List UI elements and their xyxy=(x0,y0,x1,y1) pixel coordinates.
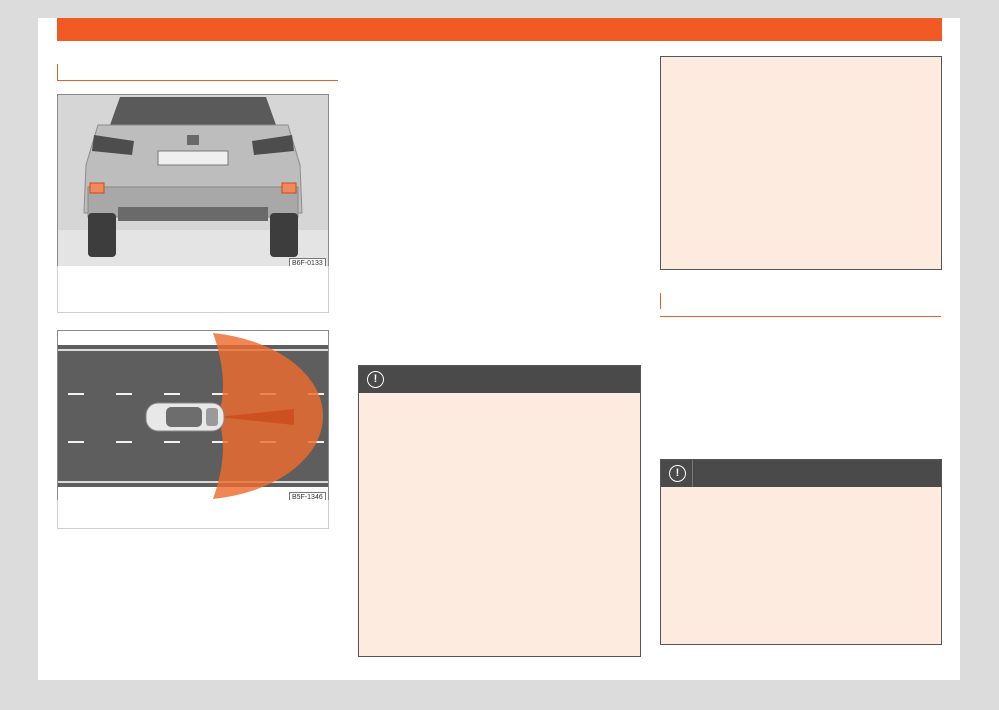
figure-caption-box xyxy=(57,500,329,529)
warning-icon: ! xyxy=(367,371,384,388)
chapter-bar xyxy=(57,18,942,41)
section-heading-rule xyxy=(57,80,338,81)
section-heading-rule xyxy=(660,316,941,317)
figure-rear-vehicle xyxy=(57,94,329,268)
warning-box: ! xyxy=(660,459,942,645)
warning-header-separator xyxy=(692,460,693,487)
note-box xyxy=(660,56,942,270)
rear-vehicle-illustration xyxy=(58,95,328,267)
radar-coverage-illustration xyxy=(58,331,328,501)
warning-header: ! xyxy=(661,460,941,487)
section-heading-marker xyxy=(57,64,58,80)
car-top-view xyxy=(145,402,225,432)
warning-icon: ! xyxy=(669,465,686,482)
section-heading-marker xyxy=(660,293,661,309)
figure-caption-box xyxy=(57,266,329,313)
warning-box: ! xyxy=(358,365,641,657)
warning-header: ! xyxy=(359,366,640,393)
figure-radar-coverage xyxy=(57,330,329,502)
